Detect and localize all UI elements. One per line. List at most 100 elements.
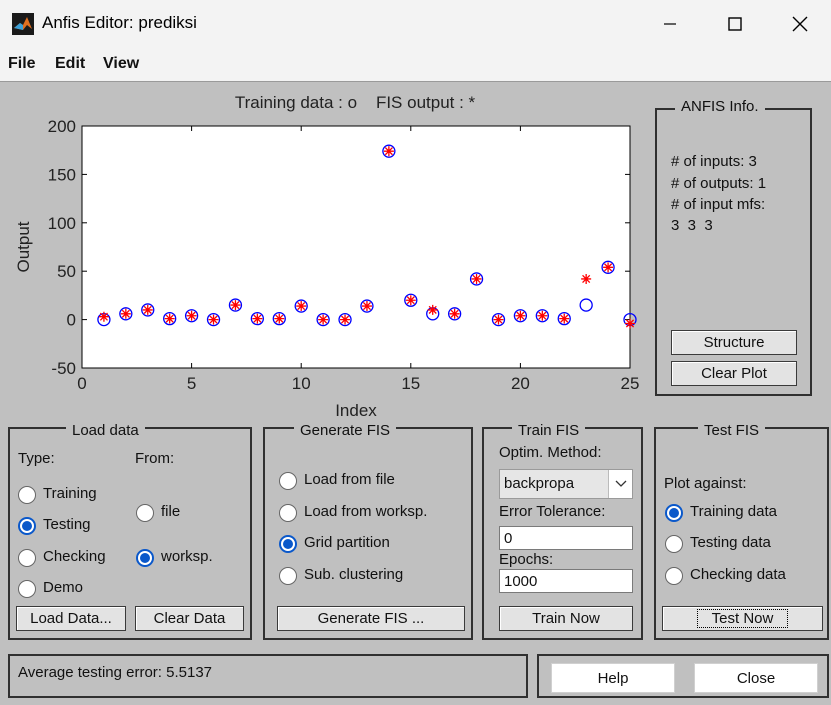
- radio-button[interactable]: [279, 567, 297, 585]
- anfis-info-legend: ANFIS Info.: [675, 98, 765, 115]
- maximize-icon: [728, 17, 742, 31]
- menu-view[interactable]: View: [103, 55, 139, 73]
- radio-label: Load from worksp.: [304, 503, 428, 520]
- plot-title: Training data : o FIS output : *: [234, 93, 476, 112]
- optim-method-label: Optim. Method:: [499, 444, 602, 461]
- radio-button[interactable]: [279, 472, 297, 490]
- radio-label: worksp.: [161, 548, 213, 565]
- minimize-icon: [664, 23, 676, 25]
- test-fis-panel: Test FIS Plot against: Training data Tes…: [654, 422, 829, 640]
- radio-label: Grid partition: [304, 534, 390, 551]
- y-tick-label: -50: [51, 359, 76, 378]
- close-button[interactable]: [770, 0, 830, 48]
- close-dialog-button[interactable]: Close: [694, 663, 818, 693]
- radio-button[interactable]: [665, 535, 683, 553]
- radio-label: file: [161, 503, 181, 520]
- radio-label: Training: [43, 485, 97, 502]
- x-tick-label: 0: [77, 374, 86, 393]
- fis-output-point: [120, 308, 131, 319]
- clear-data-button[interactable]: Clear Data: [135, 606, 244, 631]
- radio-button[interactable]: [18, 517, 36, 535]
- y-tick-label: 200: [48, 117, 76, 136]
- fis-output-point: [515, 310, 526, 321]
- test-fis-legend: Test FIS: [698, 422, 766, 439]
- load-data-button[interactable]: Load Data...: [16, 606, 126, 631]
- from-label: From:: [135, 450, 175, 467]
- fis-output-point: [427, 304, 438, 315]
- maximize-button[interactable]: [705, 0, 765, 48]
- clear-plot-button[interactable]: Clear Plot: [671, 361, 797, 386]
- radio-button[interactable]: [279, 535, 297, 553]
- y-tick-label: 0: [67, 311, 76, 330]
- fis-output-point: [164, 313, 175, 324]
- fis-output-point: [405, 295, 416, 306]
- fis-output-point: [142, 304, 153, 315]
- help-button[interactable]: Help: [551, 663, 675, 693]
- fis-output-point: [383, 146, 394, 157]
- window-title: Anfis Editor: prediksi: [42, 13, 197, 32]
- menu-edit[interactable]: Edit: [55, 55, 85, 73]
- radio-button[interactable]: [18, 580, 36, 598]
- fis-output-point: [230, 300, 241, 311]
- epochs-label: Epochs:: [499, 551, 554, 568]
- x-axis-label: Index: [335, 401, 377, 420]
- radio-button[interactable]: [136, 549, 154, 567]
- fis-output-point: [449, 308, 460, 319]
- train-now-button[interactable]: Train Now: [499, 606, 633, 631]
- minimize-button[interactable]: [640, 0, 700, 48]
- radio-button[interactable]: [18, 486, 36, 504]
- y-tick-label: 50: [57, 262, 76, 281]
- epochs-field[interactable]: 1000: [499, 569, 633, 593]
- generate-fis-panel: Generate FIS Load from file Load from wo…: [263, 422, 473, 640]
- footer-panel: Help Close: [537, 654, 829, 698]
- average-error-text: Average testing error: 5.5137: [18, 664, 213, 681]
- radio-button[interactable]: [279, 504, 297, 522]
- test-now-label: Test Now: [696, 609, 789, 628]
- fis-output-point: [603, 262, 614, 273]
- plot-area: [81, 125, 631, 369]
- info-inputs: # of inputs: 3: [671, 153, 757, 170]
- radio-button[interactable]: [18, 549, 36, 567]
- radio-button[interactable]: [665, 567, 683, 585]
- load-data-legend: Load data: [66, 422, 145, 439]
- fis-output-point: [252, 313, 263, 324]
- info-input-mfs: # of input mfs:: [671, 196, 766, 213]
- structure-button[interactable]: Structure: [671, 330, 797, 355]
- x-tick-label: 20: [511, 374, 530, 393]
- fis-output-point: [559, 313, 570, 324]
- x-tick-label: 25: [621, 374, 640, 393]
- generate-fis-button[interactable]: Generate FIS ...: [277, 606, 465, 631]
- load-data-panel: Load data Type: From: Training Testing C…: [8, 422, 252, 640]
- fis-output-point: [208, 314, 219, 325]
- x-tick-label: 15: [401, 374, 420, 393]
- plot-against-label: Plot against:: [664, 475, 747, 492]
- radio-button[interactable]: [136, 504, 154, 522]
- info-outputs: # of outputs: 1: [671, 175, 767, 192]
- status-panel: Average testing error: 5.5137: [8, 654, 528, 698]
- fis-output-point: [274, 313, 285, 324]
- fis-output-point: [625, 318, 635, 329]
- menu-file[interactable]: File: [8, 55, 36, 73]
- fis-output-point: [581, 273, 592, 284]
- test-now-button[interactable]: Test Now: [662, 606, 823, 631]
- error-tolerance-field[interactable]: 0: [499, 526, 633, 550]
- fis-output-point: [471, 273, 482, 284]
- error-tolerance-label: Error Tolerance:: [499, 503, 606, 520]
- fis-output-point: [98, 311, 109, 322]
- radio-button[interactable]: [665, 504, 683, 522]
- radio-label: Testing data: [690, 534, 771, 551]
- train-fis-legend: Train FIS: [512, 422, 586, 439]
- radio-label: Load from file: [304, 471, 395, 488]
- y-tick-label: 150: [48, 165, 76, 184]
- fis-output-point: [318, 314, 329, 325]
- fis-output-point: [537, 310, 548, 321]
- radio-label: Checking data: [690, 566, 786, 583]
- radio-label: Checking: [43, 548, 106, 565]
- close-icon: [792, 16, 808, 32]
- optim-method-select[interactable]: backpropa: [499, 469, 633, 499]
- generate-fis-legend: Generate FIS: [294, 422, 397, 439]
- chevron-down-icon[interactable]: [608, 470, 632, 498]
- fis-output-point: [340, 314, 351, 325]
- train-fis-panel: Train FIS Optim. Method: backpropa Error…: [482, 422, 643, 640]
- menu-bar: File Edit View: [0, 48, 831, 82]
